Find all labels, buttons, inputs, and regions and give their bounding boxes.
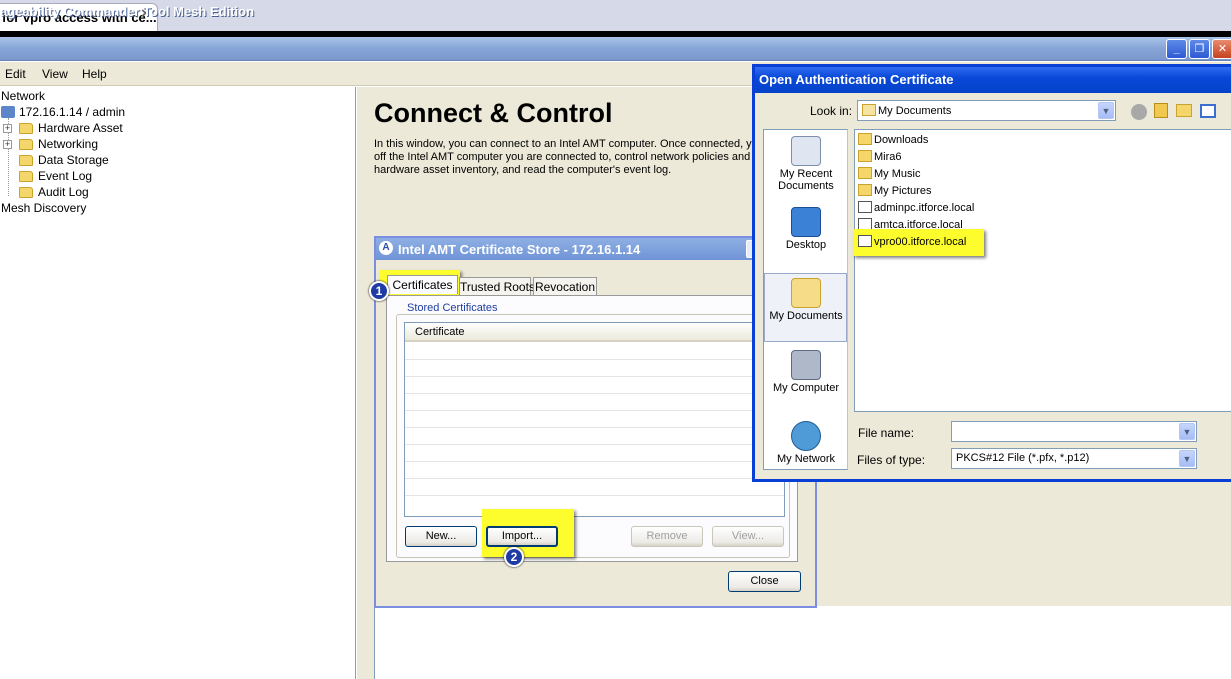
tree-host[interactable]: 172.16.1.14 / admin: [19, 105, 125, 119]
tree-item-data-storage[interactable]: Data Storage: [38, 153, 109, 167]
dialog-title: Open Authentication Certificate: [759, 72, 954, 87]
files-of-type-dropdown[interactable]: PKCS#12 File (*.pfx, *.p12): [951, 448, 1197, 469]
chevron-down-icon[interactable]: ▼: [1098, 102, 1114, 119]
description-line: hardware asset inventory, and read the c…: [374, 164, 672, 176]
certificate-file-icon: [858, 235, 872, 247]
place-desktop[interactable]: Desktop: [764, 207, 848, 251]
file-item-downloads[interactable]: Downloads: [858, 133, 928, 146]
main-content-area: [374, 606, 1231, 679]
menu-edit[interactable]: Edit: [5, 67, 26, 81]
tree-item-event-log[interactable]: Event Log: [38, 169, 92, 183]
description-line: In this window, you can connect to an In…: [374, 138, 758, 150]
file-name-label: File name:: [858, 426, 915, 440]
my-documents-icon: [791, 278, 821, 308]
music-folder-icon: [858, 167, 872, 179]
folder-icon: [858, 133, 872, 145]
tab-certificates[interactable]: Certificates: [387, 275, 458, 294]
view-menu-icon[interactable]: [1200, 104, 1216, 118]
folder-icon: [19, 139, 33, 150]
desktop-icon: [791, 207, 821, 237]
place-my-network[interactable]: My Network: [764, 421, 848, 465]
tab-revocation[interactable]: Revocation: [533, 277, 597, 296]
new-button[interactable]: New...: [405, 526, 477, 547]
callout-badge-1: 1: [369, 281, 389, 301]
folder-icon: [858, 150, 872, 162]
list-row-line: [405, 359, 784, 360]
view-button[interactable]: View...: [712, 526, 784, 547]
chevron-down-icon[interactable]: ▼: [1179, 450, 1195, 467]
description-line: off the Intel AMT computer you are conne…: [374, 151, 762, 163]
expand-icon[interactable]: +: [3, 140, 12, 149]
tree-item-hardware-asset[interactable]: Hardware Asset: [38, 121, 123, 135]
folder-icon: [19, 171, 33, 182]
look-in-label: Look in:: [810, 104, 853, 118]
close-window-icon[interactable]: ✕: [1212, 39, 1231, 59]
list-row-line: [405, 461, 784, 462]
recent-documents-icon: [791, 136, 821, 166]
file-item-mira6[interactable]: Mira6: [858, 150, 902, 163]
stored-certificates-label: Stored Certificates: [404, 302, 501, 314]
close-button[interactable]: Close: [728, 571, 801, 592]
list-row-line: [405, 427, 784, 428]
restore-icon[interactable]: ❐: [1189, 39, 1210, 59]
certificate-list[interactable]: [404, 322, 785, 517]
file-item-my-pictures[interactable]: My Pictures: [858, 184, 931, 197]
folder-icon: [19, 155, 33, 166]
pictures-folder-icon: [858, 184, 872, 196]
list-row-line: [405, 495, 784, 496]
folder-icon: [19, 187, 33, 198]
my-computer-icon: [791, 350, 821, 380]
file-item-vpro00[interactable]: vpro00.itforce.local: [858, 235, 966, 248]
tree-root-network[interactable]: Network: [1, 89, 45, 103]
chevron-down-icon[interactable]: ▼: [1179, 423, 1195, 440]
computer-icon: [1, 106, 15, 118]
list-row-line: [405, 376, 784, 377]
app-title: ageability Commander Tool Mesh Edition: [0, 4, 255, 19]
remove-button[interactable]: Remove: [631, 526, 703, 547]
menu-view[interactable]: View: [42, 67, 68, 81]
tree-item-networking[interactable]: Networking: [38, 137, 98, 151]
file-item-adminpc[interactable]: adminpc.itforce.local: [858, 201, 974, 214]
new-folder-icon[interactable]: [1176, 104, 1192, 117]
menu-help[interactable]: Help: [82, 67, 107, 81]
file-name-input[interactable]: [951, 421, 1197, 442]
place-my-computer[interactable]: My Computer: [764, 350, 848, 394]
callout-badge-2: 2: [504, 547, 524, 567]
file-item-my-music[interactable]: My Music: [858, 167, 920, 180]
import-button[interactable]: Import...: [486, 526, 558, 547]
place-my-recent-documents[interactable]: My Recent Documents: [764, 136, 848, 192]
look-in-value: My Documents: [878, 105, 952, 117]
my-network-icon: [791, 421, 821, 451]
minimize-icon[interactable]: _: [1166, 39, 1187, 59]
up-folder-icon[interactable]: [1154, 103, 1168, 118]
my-documents-icon: [862, 104, 876, 116]
tree-mesh-discovery[interactable]: Mesh Discovery: [1, 201, 86, 215]
list-row-line: [405, 444, 784, 445]
list-row-line: [405, 410, 784, 411]
look-in-dropdown[interactable]: My Documents: [857, 100, 1116, 121]
list-row-line: [405, 393, 784, 394]
column-header-certificate[interactable]: Certificate: [405, 323, 784, 342]
app-title-bar: [0, 37, 1231, 61]
folder-icon: [19, 123, 33, 134]
tree-item-audit-log[interactable]: Audit Log: [38, 185, 89, 199]
tab-trusted-roots[interactable]: Trusted Roots: [459, 277, 535, 296]
certificate-file-icon: [858, 201, 872, 213]
files-of-type-label: Files of type:: [857, 453, 926, 467]
list-row-line: [405, 478, 784, 479]
certificate-store-title: Intel AMT Certificate Store - 172.16.1.1…: [398, 242, 641, 257]
amt-logo-icon: A: [379, 241, 393, 255]
expand-icon[interactable]: +: [3, 124, 12, 133]
page-title: Connect & Control: [374, 98, 613, 128]
place-my-documents[interactable]: My Documents: [764, 278, 848, 322]
back-icon[interactable]: [1131, 104, 1147, 120]
